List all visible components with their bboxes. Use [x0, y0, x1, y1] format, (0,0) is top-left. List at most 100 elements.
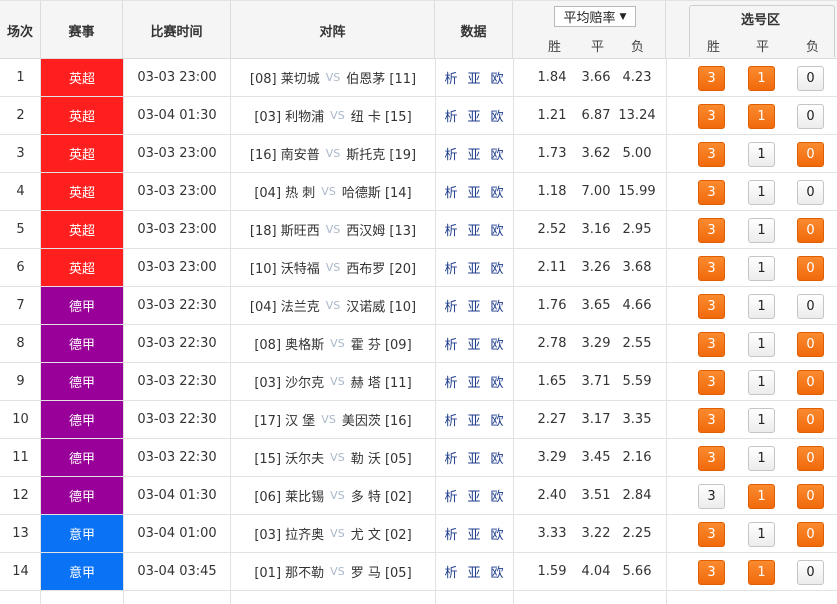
- asian-odds-link[interactable]: 亚: [467, 182, 480, 201]
- home-team[interactable]: [10] 沃特福: [250, 258, 320, 277]
- pick-draw-button[interactable]: 1: [748, 408, 775, 433]
- analysis-link[interactable]: 析: [444, 410, 457, 429]
- pick-loss-button[interactable]: 0: [797, 180, 824, 205]
- pick-loss-button[interactable]: 0: [797, 370, 824, 395]
- pick-win-button[interactable]: 3: [698, 218, 725, 243]
- league-badge[interactable]: 英超: [41, 249, 123, 286]
- pick-loss-button[interactable]: 0: [797, 446, 824, 471]
- pick-loss-button[interactable]: 0: [797, 66, 824, 91]
- euro-odds-link[interactable]: 欧: [491, 258, 504, 277]
- home-team[interactable]: [08] 奥格斯: [254, 334, 324, 353]
- away-team[interactable]: 勒 沃 [05]: [351, 448, 412, 467]
- league-badge[interactable]: 英超: [41, 173, 123, 210]
- analysis-link[interactable]: 析: [444, 106, 457, 125]
- pick-draw-button[interactable]: 1: [748, 142, 775, 167]
- away-team[interactable]: 美因茨 [16]: [342, 410, 412, 429]
- away-team[interactable]: 汉诺威 [10]: [346, 296, 416, 315]
- asian-odds-link[interactable]: 亚: [467, 220, 480, 239]
- pick-loss-button[interactable]: 0: [797, 522, 824, 547]
- away-team[interactable]: 霍 芬 [09]: [351, 334, 412, 353]
- home-team[interactable]: [06] 莱比锡: [254, 486, 324, 505]
- pick-loss-button[interactable]: 0: [797, 408, 824, 433]
- league-badge[interactable]: 英超: [41, 59, 123, 96]
- pick-draw-button[interactable]: 1: [748, 180, 775, 205]
- away-team[interactable]: 罗 马 [05]: [351, 562, 412, 581]
- league-badge[interactable]: 德甲: [41, 477, 123, 514]
- pick-draw-button[interactable]: 1: [748, 484, 775, 509]
- home-team[interactable]: [03] 利物浦: [254, 106, 324, 125]
- away-team[interactable]: 哈德斯 [14]: [342, 182, 412, 201]
- analysis-link[interactable]: 析: [444, 296, 457, 315]
- home-team[interactable]: [18] 斯旺西: [250, 220, 320, 239]
- euro-odds-link[interactable]: 欧: [491, 562, 504, 581]
- pick-win-button[interactable]: 3: [698, 104, 725, 129]
- pick-win-button[interactable]: 3: [698, 484, 725, 509]
- pick-draw-button[interactable]: 1: [748, 294, 775, 319]
- league-badge[interactable]: 德甲: [41, 287, 123, 324]
- odds-select[interactable]: 平均赔率 ▼: [554, 6, 636, 27]
- home-team[interactable]: [01] 那不勒: [254, 562, 324, 581]
- analysis-link[interactable]: 析: [444, 220, 457, 239]
- euro-odds-link[interactable]: 欧: [491, 448, 504, 467]
- pick-win-button[interactable]: 3: [698, 332, 725, 357]
- pick-draw-button[interactable]: 1: [748, 560, 775, 585]
- pick-draw-button[interactable]: 1: [748, 256, 775, 281]
- euro-odds-link[interactable]: 欧: [491, 106, 504, 125]
- league-badge[interactable]: 德甲: [41, 363, 123, 400]
- euro-odds-link[interactable]: 欧: [491, 372, 504, 391]
- pick-win-button[interactable]: 3: [698, 408, 725, 433]
- pick-draw-button[interactable]: 1: [748, 522, 775, 547]
- analysis-link[interactable]: 析: [444, 524, 457, 543]
- asian-odds-link[interactable]: 亚: [467, 106, 480, 125]
- euro-odds-link[interactable]: 欧: [491, 296, 504, 315]
- home-team[interactable]: [16] 南安普: [250, 144, 320, 163]
- home-team[interactable]: [04] 热 刺: [254, 182, 315, 201]
- away-team[interactable]: 西汉姆 [13]: [346, 220, 416, 239]
- euro-odds-link[interactable]: 欧: [491, 220, 504, 239]
- analysis-link[interactable]: 析: [444, 182, 457, 201]
- away-team[interactable]: 西布罗 [20]: [346, 258, 416, 277]
- league-badge[interactable]: 意甲: [41, 553, 123, 590]
- pick-loss-button[interactable]: 0: [797, 484, 824, 509]
- asian-odds-link[interactable]: 亚: [467, 524, 480, 543]
- pick-win-button[interactable]: 3: [698, 256, 725, 281]
- euro-odds-link[interactable]: 欧: [491, 144, 504, 163]
- asian-odds-link[interactable]: 亚: [467, 296, 480, 315]
- euro-odds-link[interactable]: 欧: [491, 486, 504, 505]
- league-badge[interactable]: 德甲: [41, 401, 123, 438]
- pick-loss-button[interactable]: 0: [797, 560, 824, 585]
- euro-odds-link[interactable]: 欧: [491, 182, 504, 201]
- home-team[interactable]: [15] 沃尔夫: [254, 448, 324, 467]
- league-badge[interactable]: 英超: [41, 135, 123, 172]
- home-team[interactable]: [08] 莱切城: [250, 68, 320, 87]
- pick-loss-button[interactable]: 0: [797, 332, 824, 357]
- pick-draw-button[interactable]: 1: [748, 370, 775, 395]
- asian-odds-link[interactable]: 亚: [467, 448, 480, 467]
- away-team[interactable]: 赫 塔 [11]: [351, 372, 412, 391]
- pick-win-button[interactable]: 3: [698, 370, 725, 395]
- pick-win-button[interactable]: 3: [698, 294, 725, 319]
- home-team[interactable]: [03] 沙尔克: [254, 372, 324, 391]
- analysis-link[interactable]: 析: [444, 144, 457, 163]
- analysis-link[interactable]: 析: [444, 258, 457, 277]
- pick-draw-button[interactable]: 1: [748, 332, 775, 357]
- asian-odds-link[interactable]: 亚: [467, 562, 480, 581]
- away-team[interactable]: 多 特 [02]: [351, 486, 412, 505]
- pick-draw-button[interactable]: 1: [748, 446, 775, 471]
- analysis-link[interactable]: 析: [444, 448, 457, 467]
- home-team[interactable]: [04] 法兰克: [250, 296, 320, 315]
- euro-odds-link[interactable]: 欧: [491, 68, 504, 87]
- pick-win-button[interactable]: 3: [698, 180, 725, 205]
- pick-draw-button[interactable]: 1: [748, 104, 775, 129]
- asian-odds-link[interactable]: 亚: [467, 144, 480, 163]
- euro-odds-link[interactable]: 欧: [491, 524, 504, 543]
- away-team[interactable]: 伯恩茅 [11]: [346, 68, 416, 87]
- away-team[interactable]: 尤 文 [02]: [351, 524, 412, 543]
- asian-odds-link[interactable]: 亚: [467, 372, 480, 391]
- league-badge[interactable]: 德甲: [41, 439, 123, 476]
- asian-odds-link[interactable]: 亚: [467, 334, 480, 353]
- pick-draw-button[interactable]: 1: [748, 218, 775, 243]
- pick-win-button[interactable]: 3: [698, 560, 725, 585]
- analysis-link[interactable]: 析: [444, 334, 457, 353]
- home-team[interactable]: [03] 拉齐奥: [254, 524, 324, 543]
